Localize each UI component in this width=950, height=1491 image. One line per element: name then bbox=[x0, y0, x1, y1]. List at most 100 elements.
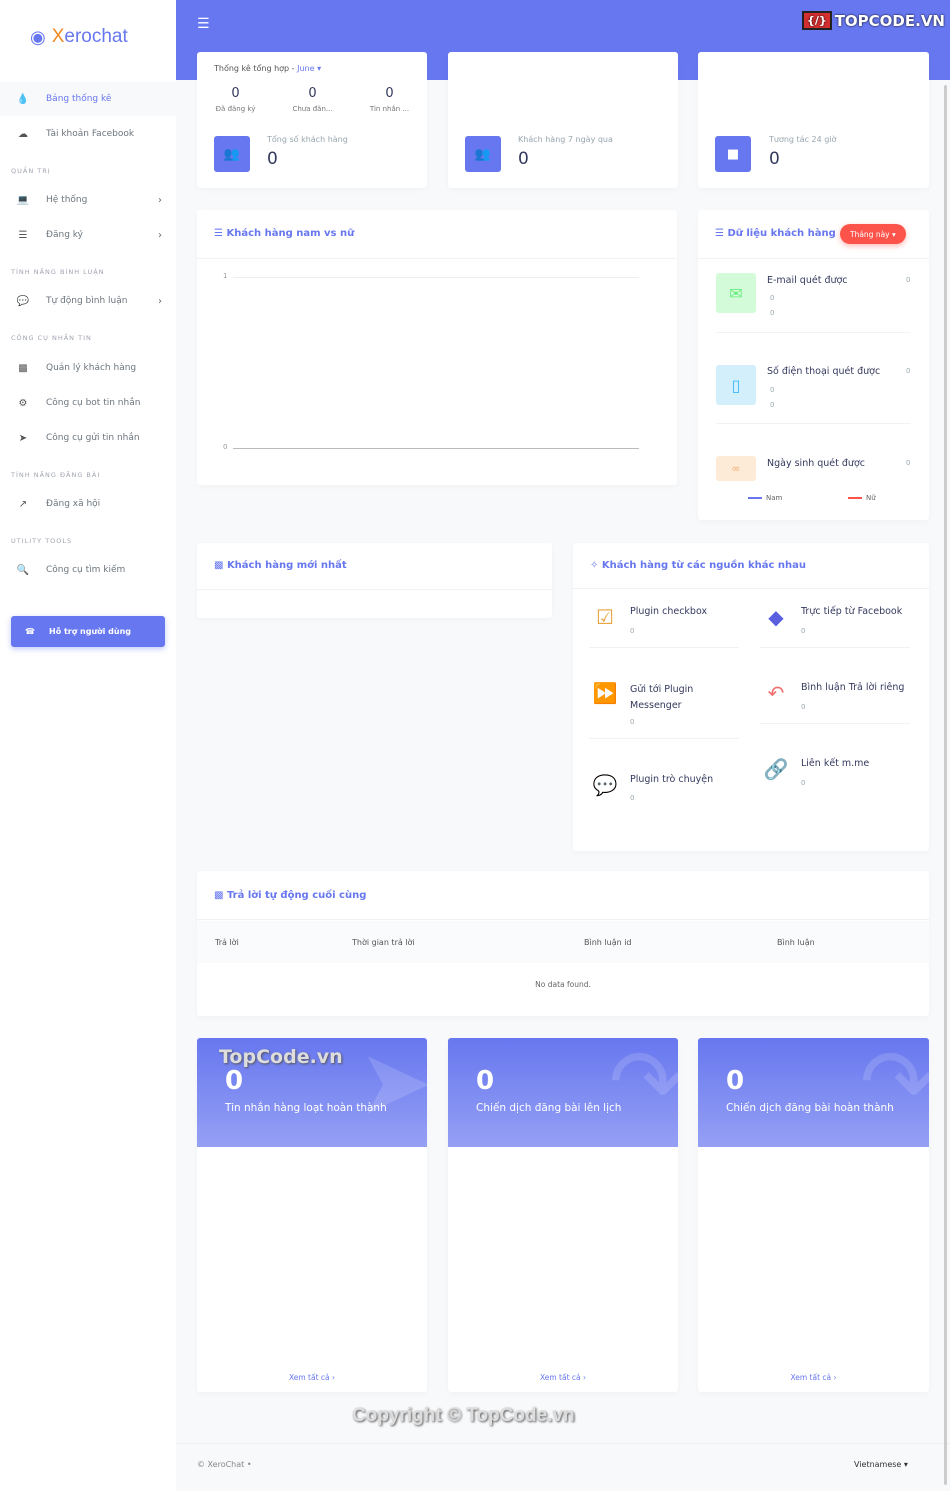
month-filter-dropdown[interactable]: Tháng này ▾ bbox=[840, 224, 906, 244]
item-count: 0 bbox=[906, 459, 911, 467]
legend-nu: Nữ bbox=[848, 494, 876, 502]
trash-icon: ▩ bbox=[214, 890, 224, 901]
robot-icon: ⚙ bbox=[18, 397, 28, 409]
label: Công cụ gửi tin nhắn bbox=[46, 433, 140, 443]
share-square-icon: ↷ bbox=[859, 1038, 929, 1135]
direction-icon: ◆ bbox=[768, 605, 784, 629]
label: Bảng thống kê bbox=[46, 94, 112, 104]
sidebar-item-message-sender[interactable]: ➤ Công cụ gửi tin nhắn bbox=[0, 421, 176, 455]
section-label: UTILITY TOOLS bbox=[11, 537, 73, 545]
hamburger-menu-icon[interactable]: ☰ bbox=[197, 16, 210, 32]
share-icon: ↗ bbox=[18, 498, 28, 510]
sidebar: ◉ Xerochat 💧 Bảng thống kê ☁ Tài khoản Face… bbox=[0, 0, 176, 1491]
section-label: TÍNH NĂNG ĐĂNG BÀI bbox=[11, 471, 101, 479]
card-value: 0 bbox=[476, 1066, 495, 1096]
item-value: 0 bbox=[770, 401, 775, 409]
source-label: Plugin trò chuyện bbox=[630, 774, 714, 785]
column-header: Bình luận id bbox=[584, 938, 632, 947]
fire-icon: 💧 bbox=[16, 93, 30, 105]
legend-nam: Nam bbox=[748, 494, 782, 502]
newest-title: ▩ Khách hàng mới nhất bbox=[214, 560, 347, 571]
interaction-card: ■ Tương tác 24 giờ 0 bbox=[698, 52, 929, 188]
sidebar-item-search-tool[interactable]: 🔍 Công cụ tìm kiếm bbox=[0, 553, 176, 587]
reply-all-icon: ↶ bbox=[767, 681, 785, 705]
mobile-icon: ▯ bbox=[716, 365, 756, 405]
gridline bbox=[233, 277, 639, 278]
label: Công cụ tìm kiếm bbox=[46, 565, 126, 575]
source-value: 0 bbox=[630, 794, 635, 802]
baseline bbox=[233, 448, 639, 449]
user-secret-icon: ■ bbox=[715, 136, 751, 172]
wechat-icon: 💬 bbox=[592, 773, 618, 797]
newest-customers-card: ▩ Khách hàng mới nhất bbox=[197, 543, 552, 618]
share-square-icon: ↷ bbox=[608, 1038, 678, 1135]
auto-reply-title: ▩ Trả lời tự động cuối cùng bbox=[214, 890, 367, 901]
week-label: Khách hàng 7 ngày qua bbox=[518, 135, 613, 144]
card-label: Chiến dịch đăng bài lên lịch bbox=[476, 1102, 622, 1114]
customer-data-card: ☰ Dữ liệu khách hàng Tháng này ▾ ✉ E-mai… bbox=[698, 210, 929, 520]
month-dropdown[interactable]: June ▾ bbox=[297, 64, 321, 73]
paper-plane-icon: ➤ bbox=[18, 432, 28, 444]
y-tick: 0 bbox=[223, 443, 228, 451]
sidebar-item-facebook-accounts[interactable]: ☁ Tài khoản Facebook bbox=[0, 117, 176, 151]
card-value: 0 bbox=[225, 1066, 244, 1096]
item-label: Số điện thoại quét được bbox=[767, 366, 881, 377]
compress-icon: ✧ bbox=[590, 560, 599, 571]
item-label: E-mail quét được bbox=[767, 275, 848, 286]
chevron-right-icon: › bbox=[158, 295, 162, 307]
sidebar-item-system[interactable]: 💻 Hệ thống › bbox=[0, 183, 176, 217]
view-all-link[interactable]: Xem tất cả › bbox=[197, 1373, 427, 1382]
birthday-cake-icon: ∞ bbox=[716, 456, 756, 481]
gender-chart-card: ☰ Khách hàng nam vs nữ 1 0 bbox=[197, 210, 677, 485]
item-label: Ngày sinh quét được bbox=[767, 458, 865, 469]
table-header bbox=[197, 921, 929, 963]
empty-message: No data found. bbox=[535, 980, 591, 989]
topcode-watermark-logo: {/} TOPCODE.VN bbox=[802, 11, 945, 30]
sidebar-item-auto-comment[interactable]: 💬 Tự động bình luận › bbox=[0, 284, 176, 318]
flame-logo-icon: ◉ bbox=[30, 26, 46, 47]
summary-card: Thống kê tổng hợp - June ▾ 0 Đã đăng ký 0… bbox=[197, 52, 427, 188]
gender-chart-title: ☰ Khách hàng nam vs nữ bbox=[214, 228, 355, 239]
item-value: 0 bbox=[770, 294, 775, 302]
label: Hệ thống bbox=[46, 195, 88, 205]
week-card: 👥 Khách hàng 7 ngày qua 0 bbox=[448, 52, 678, 188]
stat-messages: 0 Tin nhắn ... bbox=[369, 86, 410, 113]
sources-card: ✧ Khách hàng từ các nguồn khác nhau ☑ Pl… bbox=[573, 543, 929, 851]
sidebar-item-subscription[interactable]: ☰ Đăng ký › bbox=[0, 218, 176, 252]
stat-unsubscribed: 0 Chưa đăn... bbox=[292, 86, 333, 113]
card-label: Tin nhắn hàng loạt hoàn thành bbox=[225, 1102, 387, 1114]
bulk-message-card: ➤ 0 Tin nhắn hàng loạt hoàn thành TopCode.… bbox=[197, 1038, 427, 1392]
logo[interactable]: ◉ Xerochat bbox=[30, 26, 128, 48]
footer-copyright: © XeroChat • bbox=[197, 1460, 252, 1469]
comments-icon: 💬 bbox=[16, 295, 30, 307]
label: Quản lý khách hàng bbox=[46, 363, 137, 373]
address-book-icon: ▩ bbox=[18, 362, 28, 374]
user-friends-icon: 👥 bbox=[465, 136, 501, 172]
sidebar-item-social-posting[interactable]: ↗ Đăng xã hội bbox=[0, 487, 176, 521]
sidebar-item-dashboard[interactable]: 💧 Bảng thống kê bbox=[0, 82, 176, 116]
chevron-right-icon: › bbox=[158, 229, 162, 241]
language-dropdown[interactable]: Vietnamese ▾ bbox=[854, 1460, 908, 1469]
support-button[interactable]: ☎ Hỗ trợ người dùng bbox=[11, 616, 165, 647]
id-card-icon: ▩ bbox=[214, 560, 224, 571]
scrollbar[interactable] bbox=[944, 85, 947, 1485]
forward-icon: ⏩ bbox=[592, 681, 618, 705]
label: Tài khoản Facebook bbox=[46, 129, 135, 139]
paper-plane-icon: ➤ bbox=[357, 1038, 427, 1135]
item-count: 0 bbox=[906, 276, 911, 284]
view-all-link[interactable]: Xem tất cả › bbox=[698, 1373, 929, 1382]
source-value: 0 bbox=[801, 703, 806, 711]
source-label: Bình luận Trả lời riêng bbox=[801, 682, 905, 693]
cloud-download-icon: ☁ bbox=[18, 128, 28, 140]
source-value: 0 bbox=[630, 627, 635, 635]
chevron-right-icon: › bbox=[158, 194, 162, 206]
completed-post-card: ↷ 0 Chiến dịch đăng bài hoàn thành Xem tất… bbox=[698, 1038, 929, 1392]
source-value: 0 bbox=[801, 779, 806, 787]
sidebar-item-customer-management[interactable]: ▩ Quản lý khách hàng bbox=[0, 351, 176, 385]
auto-reply-card: ▩ Trả lời tự động cuối cùng Trả lời Thời… bbox=[197, 871, 929, 1016]
sidebar-item-message-bot[interactable]: ⚙ Công cụ bot tin nhắn bbox=[0, 386, 176, 420]
view-all-link[interactable]: Xem tất cả › bbox=[448, 1373, 678, 1382]
label: Đăng xã hội bbox=[46, 499, 101, 509]
sources-title: ✧ Khách hàng từ các nguồn khác nhau bbox=[590, 560, 807, 571]
copyright-watermark: Copyright © TopCode.vn bbox=[352, 1405, 575, 1426]
